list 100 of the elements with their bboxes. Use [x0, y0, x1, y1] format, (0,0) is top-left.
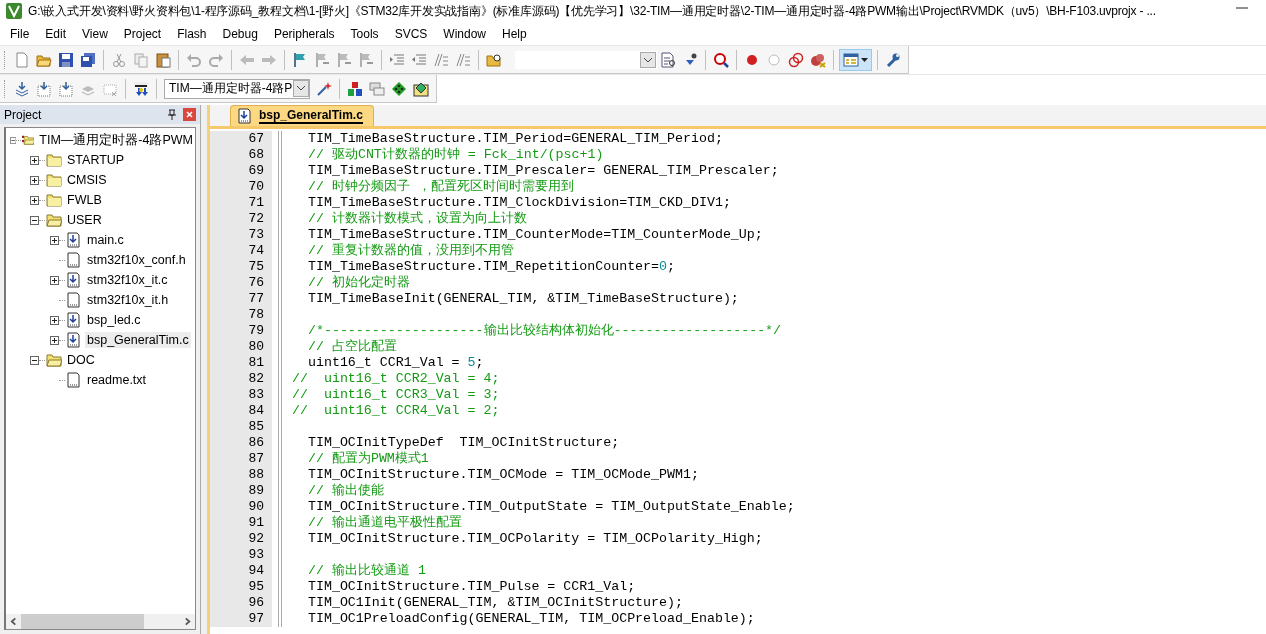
flag-arrow-icon[interactable]	[358, 51, 374, 68]
menu-item[interactable]: Edit	[37, 23, 75, 44]
tree-item[interactable]: USER	[65, 212, 104, 228]
close-icon[interactable]	[183, 108, 196, 121]
menu-item[interactable]: Debug	[214, 23, 266, 44]
horizontal-scrollbar[interactable]	[6, 614, 195, 629]
menu-item[interactable]: Flash	[169, 23, 215, 44]
magnifier-icon[interactable]	[713, 51, 729, 68]
tree-item[interactable]: FWLB	[65, 192, 104, 208]
dropdown-caret-icon[interactable]	[640, 51, 656, 68]
collapse-box-icon[interactable]	[30, 355, 39, 365]
code-line: TIM_TimeBaseStructure.TIM_Period=GENERAL_TIM_Period;	[306, 131, 723, 147]
source-file-icon	[66, 272, 82, 288]
source-file-icon	[66, 312, 82, 328]
comment-icon[interactable]	[433, 51, 449, 68]
tree-item[interactable]: CMSIS	[65, 172, 109, 188]
tree-item[interactable]: TIM—通用定时器-4路PWM	[37, 130, 195, 150]
scroll-right-icon[interactable]	[183, 617, 191, 626]
outdent-icon[interactable]	[411, 51, 427, 68]
code-line: TIM_OCInitStructure.TIM_OutputState = TIM_OutputState_Enable;	[306, 499, 795, 515]
folder-icon	[46, 352, 62, 368]
indent-icon[interactable]	[389, 51, 405, 68]
line-number: 68	[210, 147, 272, 163]
expand-box-icon[interactable]	[30, 155, 39, 165]
code-line: // 占空比配置	[306, 339, 397, 355]
line-number: 82	[210, 371, 272, 387]
code-line: /*--------------------输出比较结构体初始化-------------------*/	[306, 323, 782, 339]
collapse-box-icon[interactable]	[30, 215, 39, 225]
expand-box-icon[interactable]	[50, 275, 59, 285]
double-circle-icon[interactable]	[788, 51, 804, 68]
menu-item[interactable]: Project	[115, 23, 170, 44]
menu-item[interactable]: SVCS	[386, 23, 436, 44]
wrench-icon[interactable]	[885, 51, 901, 68]
diamond-board-icon[interactable]	[413, 80, 430, 97]
document-search-icon[interactable]	[660, 51, 676, 68]
save-icon[interactable]	[58, 51, 74, 68]
diamond-icon[interactable]	[391, 80, 408, 97]
menu-item[interactable]: Window	[435, 23, 494, 44]
line-number: 71	[210, 195, 272, 211]
folder-icon	[46, 172, 62, 188]
flag-arrow-icon[interactable]	[336, 51, 352, 68]
expand-box-icon[interactable]	[50, 335, 59, 345]
menu-item[interactable]: Help	[494, 23, 535, 44]
expand-box-icon[interactable]	[30, 195, 39, 205]
code-line: // 输出使能	[306, 483, 384, 499]
line-number: 88	[210, 467, 272, 483]
menu-item[interactable]: Tools	[342, 23, 387, 44]
line-number: 97	[210, 611, 272, 627]
line-number: 95	[210, 579, 272, 595]
expand-box-icon[interactable]	[50, 235, 59, 245]
flag-arrow-icon[interactable]	[314, 51, 330, 68]
tree-item[interactable]: DOC	[65, 352, 97, 368]
line-number: 75	[210, 259, 272, 275]
tree-item[interactable]: stm32f10x_conf.h	[85, 252, 188, 268]
code-line: // 输出通道电平极性配置	[306, 515, 462, 531]
menu-item[interactable]: Peripherals	[265, 23, 343, 44]
file-icon	[66, 372, 82, 388]
grid-arrow-icon[interactable]	[58, 80, 74, 97]
panel-title: Project	[4, 107, 42, 122]
menu-item[interactable]: File	[2, 23, 38, 44]
tree-item[interactable]: STARTUP	[65, 152, 127, 168]
save-all-icon[interactable]	[80, 51, 96, 68]
clipboard-icon[interactable]	[155, 51, 171, 68]
caret-icon	[861, 57, 868, 62]
line-number: 90	[210, 499, 272, 515]
tree-item[interactable]: bsp_GeneralTim.c	[85, 332, 191, 348]
window-title: G:\嵌入式开发\资料\野火资料包\1-程序源码_教程文档\1-[野火]《STM32库开发实战指南》(标准库源码)【优先学习】\32-TIM—通用定时器\2-TIM—通用定时器-4路PWM输出\Project\RVMDK（uv5）\BH-F103.uvprojx - ...	[28, 2, 1157, 20]
line-number: 72	[210, 211, 272, 227]
breakpoint-remove-icon[interactable]	[810, 51, 826, 68]
code-line: TIM_TimeBaseStructure.TIM_ClockDivision=TIM_CKD_DIV1;	[306, 195, 731, 211]
comment-icon[interactable]	[455, 51, 471, 68]
stack-arrow-icon[interactable]	[14, 80, 30, 97]
expand-box-icon[interactable]	[50, 315, 59, 325]
grid-arrow-icon[interactable]	[36, 80, 52, 97]
menu-item[interactable]: View	[74, 23, 116, 44]
magic-wand-icon[interactable]	[316, 80, 333, 97]
tree-item[interactable]: main.c	[85, 232, 126, 248]
target-select[interactable]: TIM—通用定时器-4路P	[164, 78, 311, 99]
file-tab[interactable]: bsp_GeneralTim.c	[230, 105, 374, 126]
folder-icon	[46, 212, 62, 228]
line-number: 79	[210, 323, 272, 339]
scroll-left-icon[interactable]	[10, 617, 18, 626]
window-layout-button[interactable]	[839, 48, 872, 71]
expand-box-icon[interactable]	[30, 175, 39, 185]
app-logo-icon	[6, 3, 22, 19]
blocks-icon[interactable]	[347, 80, 364, 97]
pin-icon[interactable]	[167, 109, 177, 120]
tree-item[interactable]: stm32f10x_it.c	[85, 272, 170, 288]
load-arrow-icon[interactable]	[133, 80, 149, 97]
flag-icon[interactable]	[292, 51, 308, 68]
folder-search-icon[interactable]	[486, 51, 502, 68]
line-number: 70	[210, 179, 272, 195]
code-line: TIM_TimeBaseStructure.TIM_Prescaler= GENERAL_TIM_Prescaler;	[306, 163, 779, 179]
line-number: 91	[210, 515, 272, 531]
tree-item[interactable]: readme.txt	[85, 372, 149, 388]
line-number: 94	[210, 563, 272, 579]
tree-item[interactable]: stm32f10x_it.h	[85, 292, 171, 308]
code-line: TIM_OCInitStructure.TIM_OCMode = TIM_OCMode_PWM1;	[306, 467, 699, 483]
code-line: // 初始化定时器	[306, 275, 410, 291]
tree-item[interactable]: bsp_led.c	[85, 312, 143, 328]
